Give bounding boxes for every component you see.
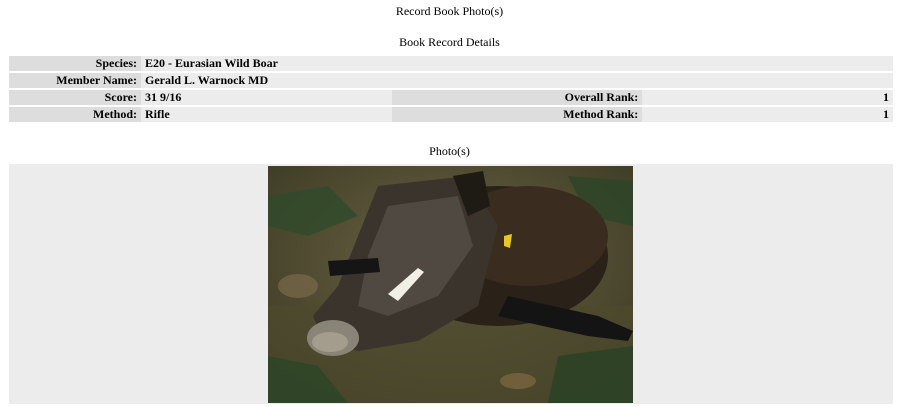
method-rank-label: Method Rank: — [391, 107, 643, 122]
page-title: Record Book Photo(s) — [395, 4, 504, 18]
member-name-label: Member Name: — [9, 73, 141, 88]
overall-rank-label: Overall Rank: — [391, 90, 643, 105]
member-name-value: Gerald L. Warnock MD — [141, 73, 893, 88]
species-row: Species: E20 - Eurasian Wild Boar — [9, 56, 893, 71]
overall-rank-value: 1 — [642, 90, 893, 105]
boar-photo-illustration — [268, 166, 633, 403]
species-label: Species: — [9, 56, 141, 71]
member-row: Member Name: Gerald L. Warnock MD — [9, 73, 893, 88]
method-row: Method: Rifle Method Rank: 1 — [9, 107, 893, 122]
score-row: Score: 31 9/16 Overall Rank: 1 — [9, 90, 893, 105]
photos-section-title: Photo(s) — [429, 144, 470, 158]
method-value: Rifle — [141, 107, 392, 122]
score-label: Score: — [9, 90, 141, 105]
score-value: 31 9/16 — [141, 90, 392, 105]
details-section-title: Book Record Details — [399, 35, 500, 49]
method-label: Method: — [9, 107, 141, 122]
method-rank-value: 1 — [642, 107, 893, 122]
record-details-table: Species: E20 - Eurasian Wild Boar Member… — [9, 54, 893, 124]
photo-gallery — [9, 164, 893, 404]
boar-photo[interactable] — [268, 166, 633, 403]
species-value: E20 - Eurasian Wild Boar — [141, 56, 893, 71]
